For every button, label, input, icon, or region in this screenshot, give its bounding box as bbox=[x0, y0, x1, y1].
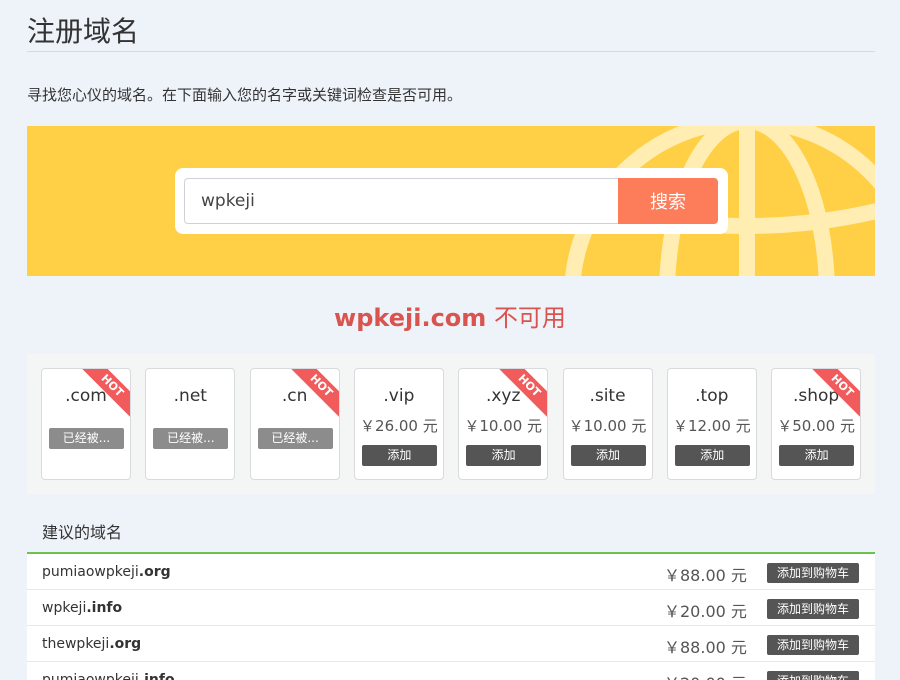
tld-name: .site bbox=[589, 386, 626, 406]
suggestion-price: ￥88.00 元 bbox=[664, 566, 747, 585]
search-button[interactable]: 搜索 bbox=[618, 178, 718, 224]
tld-card: .cn 已经被... HOT bbox=[249, 368, 340, 480]
add-to-cart-button[interactable]: 添加到购物车 bbox=[767, 563, 859, 583]
add-to-cart-button[interactable]: 添加到购物车 bbox=[767, 635, 859, 655]
tld-price: ￥10.00 元 bbox=[568, 417, 647, 435]
tld-add-button[interactable]: 添加 bbox=[674, 445, 750, 466]
tld-price: ￥26.00 元 bbox=[360, 417, 438, 435]
tld-add-button[interactable]: 添加 bbox=[361, 445, 437, 466]
intro-text: 寻找您心仪的域名。在下面输入您的名字或关键词检查是否可用。 bbox=[27, 86, 463, 104]
tld-add-button[interactable]: 添加 bbox=[466, 445, 542, 466]
suggestion-domain: pumiaowpkeji.info bbox=[42, 672, 175, 680]
add-to-cart-button[interactable]: 添加到购物车 bbox=[767, 599, 859, 619]
result-status-text: 不可用 bbox=[493, 304, 566, 332]
tld-name: .net bbox=[173, 386, 207, 406]
tld-card: .xyz ￥10.00 元添加 HOT bbox=[458, 368, 549, 480]
suggestion-row: pumiaowpkeji.info ￥20.00 元 添加到购物车 bbox=[27, 662, 875, 680]
suggestion-domain-ext: .org bbox=[138, 564, 171, 580]
page-title: 注册域名 bbox=[27, 15, 140, 48]
tld-price: ￥10.00 元 bbox=[464, 417, 543, 435]
tld-panel: .com 已经被... HOT .net 已经被... .cn 已经被... HOT .vip ￥… bbox=[27, 354, 875, 494]
add-to-cart-button[interactable]: 添加到购物车 bbox=[767, 671, 859, 680]
domain-search-input[interactable] bbox=[184, 178, 620, 224]
tld-card: .com 已经被... HOT bbox=[41, 368, 131, 480]
tld-card: .site ￥10.00 元添加 bbox=[562, 368, 653, 480]
search-banner: 搜索 bbox=[27, 126, 875, 276]
search-box: 搜索 bbox=[175, 168, 728, 234]
result-domain: wpkeji.com bbox=[334, 304, 487, 332]
tld-card: .vip ￥26.00 元添加 bbox=[353, 368, 444, 480]
suggestion-price: ￥20.00 元 bbox=[664, 670, 747, 680]
suggested-domains: 建议的域名 pumiaowpkeji.org ￥88.00 元添加到购物车 wpke… bbox=[27, 506, 875, 680]
suggestion-domain: thewpkeji.org bbox=[42, 636, 141, 652]
suggestion-domain-ext: .org bbox=[109, 636, 142, 652]
tld-card: .top ￥12.00 元添加 bbox=[666, 368, 757, 480]
suggestion-domain: pumiaowpkeji.org bbox=[42, 564, 171, 580]
tld-add-button[interactable]: 添加 bbox=[779, 445, 855, 466]
suggestion-domain-base: thewpkeji bbox=[42, 636, 110, 652]
tld-card: .net 已经被... bbox=[145, 368, 236, 480]
suggestion-row: wpkeji.info ￥20.00 元 添加到购物车 bbox=[27, 590, 875, 626]
suggestion-domain: wpkeji.info bbox=[42, 600, 122, 616]
tld-card: .shop ￥50.00 元添加 HOT bbox=[771, 368, 862, 480]
suggestion-price: ￥88.00 元 bbox=[664, 638, 747, 657]
availability-result: wpkeji.com 不可用 bbox=[0, 298, 900, 333]
tld-price: ￥50.00 元 bbox=[777, 417, 855, 435]
suggestion-price: ￥20.00 元 bbox=[664, 602, 747, 621]
tld-price: ￥12.00 元 bbox=[672, 417, 751, 435]
tld-name: .vip bbox=[383, 386, 415, 406]
suggestion-domain-ext: .info bbox=[86, 600, 123, 616]
suggestion-domain-base: wpkeji bbox=[42, 600, 87, 616]
tld-name: .top bbox=[695, 386, 729, 406]
tld-taken-badge: 已经被... bbox=[257, 428, 333, 449]
suggestion-domain-base: pumiaowpkeji bbox=[42, 672, 139, 680]
suggestion-row: thewpkeji.org ￥88.00 元 添加到购物车 bbox=[27, 626, 875, 662]
suggested-domains-heading: 建议的域名 bbox=[27, 506, 875, 554]
suggestion-row: pumiaowpkeji.org ￥88.00 元 添加到购物车 bbox=[27, 554, 875, 590]
tld-taken-badge: 已经被... bbox=[153, 428, 229, 449]
suggestion-domain-ext: .info bbox=[138, 672, 175, 680]
tld-add-button[interactable]: 添加 bbox=[570, 445, 646, 466]
tld-taken-badge: 已经被... bbox=[49, 428, 124, 449]
suggestion-domain-base: pumiaowpkeji bbox=[42, 564, 139, 580]
title-divider bbox=[27, 51, 875, 52]
